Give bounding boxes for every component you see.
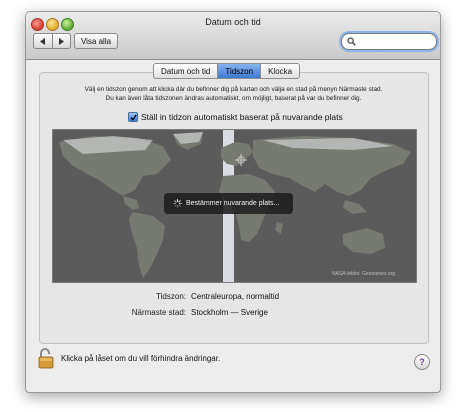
instructions-line-1: Välj en tidszon genom att klicka där du … <box>84 86 383 93</box>
spinner-icon <box>173 199 182 208</box>
help-button[interactable]: ? <box>414 354 430 370</box>
locating-status-overlay: Bestämmer nuvarande plats... <box>164 193 293 214</box>
instructions-line-2: Du kan även låta tidszonen ändras automa… <box>105 95 362 102</box>
tab-clock[interactable]: Klocka <box>260 64 299 78</box>
timezone-value: Centraleuropa, normaltid <box>191 292 280 301</box>
chevron-right-icon <box>59 37 65 45</box>
show-all-button[interactable]: Visa alla <box>74 33 118 49</box>
tab-timezone[interactable]: Tidszon <box>217 64 261 78</box>
lock-button[interactable] <box>37 347 55 374</box>
auto-timezone-label: Ställ in tidzon automatiskt baserat på n… <box>141 112 343 122</box>
map-credit: NASA-bilder, Geonames.org <box>332 271 396 277</box>
locating-status-text: Bestämmer nuvarande plats... <box>186 200 280 207</box>
tab-date-time[interactable]: Datum och tid <box>154 64 217 78</box>
checkmark-icon <box>130 114 137 121</box>
unlocked-padlock-icon <box>38 348 54 369</box>
search-input[interactable] <box>359 36 429 46</box>
navigation-buttons <box>33 33 71 49</box>
auto-timezone-option[interactable]: Ställ in tidzon automatiskt baserat på n… <box>128 112 343 122</box>
tab-bar: Datum och tid Tidszon Klocka <box>153 63 301 79</box>
titlebar: Datum och tid Visa alla <box>26 12 440 60</box>
nearest-city-label: Närmaste stad: <box>131 308 186 317</box>
lock-hint-text: Klicka på låset om du vill förhindra änd… <box>61 354 221 363</box>
help-icon: ? <box>419 357 425 367</box>
window-title: Datum och tid <box>205 17 261 27</box>
back-button[interactable] <box>34 34 52 48</box>
chevron-left-icon <box>39 37 45 45</box>
forward-button[interactable] <box>51 34 71 48</box>
nearest-city-value[interactable]: Stockholm — Sverige <box>191 308 268 317</box>
search-field[interactable] <box>341 33 437 50</box>
auto-timezone-checkbox[interactable] <box>128 112 138 122</box>
timezone-label: Tidszon: <box>156 292 186 301</box>
instructions-text: Välj en tidszon genom att klicka där du … <box>62 85 405 103</box>
preferences-window: Datum och tid Visa alla Datum och tid Ti… <box>25 11 441 393</box>
search-icon <box>347 37 356 46</box>
